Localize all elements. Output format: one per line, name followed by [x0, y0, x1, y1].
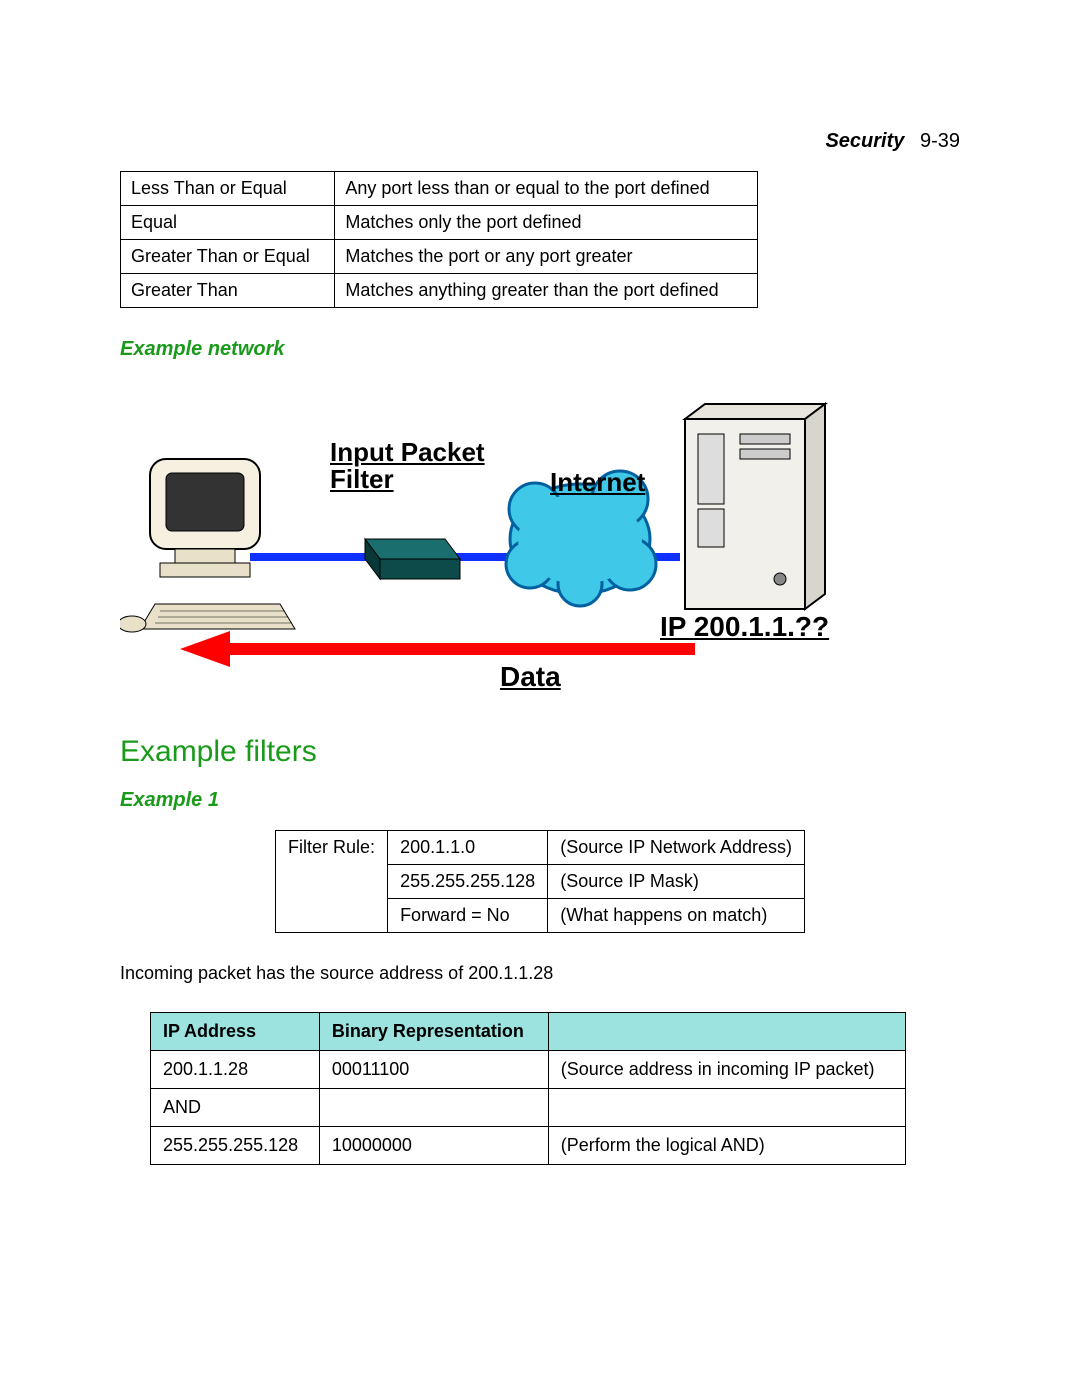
filter-rule-note: (What happens on match) — [548, 899, 805, 933]
desc-cell: Matches only the port defined — [335, 206, 758, 240]
filter-rule-table: Filter Rule: 200.1.1.0 (Source IP Networ… — [275, 830, 805, 933]
bin-cell: 10000000 — [319, 1127, 548, 1165]
note-cell: (Source address in incoming IP packet) — [548, 1051, 905, 1089]
bin-cell — [319, 1089, 548, 1127]
desc-cell: Any port less than or equal to the port … — [335, 172, 758, 206]
filter-rule-value: 200.1.1.0 — [388, 831, 548, 865]
note-cell: (Perform the logical AND) — [548, 1127, 905, 1165]
table-row: Greater Than Matches anything greater th… — [121, 274, 758, 308]
bin-cell: 00011100 — [319, 1051, 548, 1089]
op-cell: Greater Than — [121, 274, 335, 308]
col-ip-address: IP Address — [151, 1013, 320, 1051]
filter-rule-note: (Source IP Mask) — [548, 865, 805, 899]
subheading-example-network: Example network — [120, 338, 960, 361]
label-data: Data — [500, 661, 561, 693]
filter-rule-value: 255.255.255.128 — [388, 865, 548, 899]
op-cell: Equal — [121, 206, 335, 240]
col-binary-rep: Binary Representation — [319, 1013, 548, 1051]
label-internet: Internet — [550, 467, 645, 498]
header-section: Security — [825, 130, 904, 152]
incoming-packet-text: Incoming packet has the source address o… — [120, 963, 960, 984]
ip-cell: AND — [151, 1089, 320, 1127]
router-icon — [365, 539, 460, 579]
table-row: AND — [151, 1089, 906, 1127]
filter-rule-label: Filter Rule: — [276, 831, 388, 933]
ip-cell: 255.255.255.128 — [151, 1127, 320, 1165]
table-row: 200.1.1.28 00011100 (Source address in i… — [151, 1051, 906, 1089]
heading-example-filters: Example filters — [120, 735, 960, 769]
label-input-packet-filter: Input Packet Filter — [330, 439, 485, 494]
subheading-example-1: Example 1 — [120, 789, 960, 812]
op-cell: Less Than or Equal — [121, 172, 335, 206]
filter-rule-note: (Source IP Network Address) — [548, 831, 805, 865]
page-content: Security 9-39 Less Than or Equal Any por… — [0, 0, 1080, 1265]
op-cell: Greater Than or Equal — [121, 240, 335, 274]
table-header-row: IP Address Binary Representation — [151, 1013, 906, 1051]
network-diagram: Input Packet Filter Internet IP 200.1.1.… — [120, 379, 920, 719]
server-icon — [685, 404, 825, 609]
computer-icon — [120, 459, 295, 632]
binary-representation-table: IP Address Binary Representation 200.1.1… — [150, 1012, 906, 1165]
filter-rule-value: Forward = No — [388, 899, 548, 933]
table-row: Greater Than or Equal Matches the port o… — [121, 240, 758, 274]
ip-cell: 200.1.1.28 — [151, 1051, 320, 1089]
header-page-number: 9-39 — [920, 130, 960, 152]
table-row: 255.255.255.128 10000000 (Perform the lo… — [151, 1127, 906, 1165]
port-operator-table: Less Than or Equal Any port less than or… — [120, 171, 758, 308]
table-row: Equal Matches only the port defined — [121, 206, 758, 240]
col-empty — [548, 1013, 905, 1051]
note-cell — [548, 1089, 905, 1127]
page-header: Security 9-39 — [120, 130, 960, 153]
table-row: Filter Rule: 200.1.1.0 (Source IP Networ… — [276, 831, 805, 865]
table-row: Less Than or Equal Any port less than or… — [121, 172, 758, 206]
desc-cell: Matches the port or any port greater — [335, 240, 758, 274]
label-ip-address: IP 200.1.1.?? — [660, 611, 829, 643]
desc-cell: Matches anything greater than the port d… — [335, 274, 758, 308]
